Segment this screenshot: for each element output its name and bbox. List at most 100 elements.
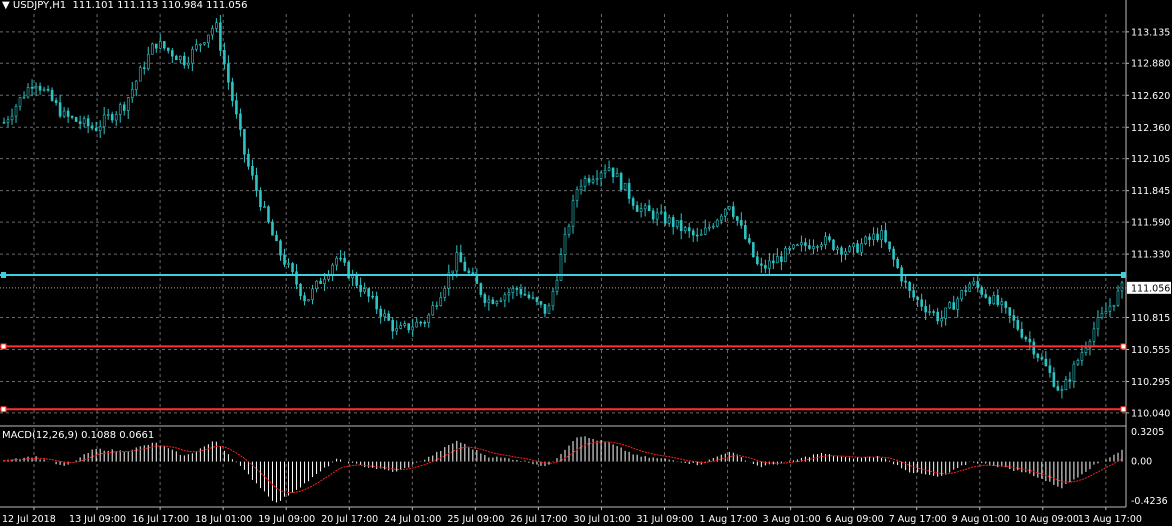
candle-body — [984, 294, 988, 298]
chart-title-bar: ▼ USDJPY,H1 111.101 111.113 110.984 111.… — [2, 0, 247, 11]
candle-body — [483, 294, 487, 303]
candle-body — [964, 290, 968, 292]
time-tick-label: 19 Jul 09:00 — [258, 514, 315, 525]
candle-body — [980, 287, 984, 295]
candle-body — [671, 217, 675, 227]
candle-body — [1056, 386, 1060, 391]
candle-body — [251, 166, 254, 176]
time-tick-label: 12 Jul 2018 — [2, 514, 56, 525]
candle-body — [812, 246, 815, 249]
candle-body — [14, 106, 18, 117]
candle-body — [219, 22, 222, 51]
candle-body — [627, 182, 631, 199]
candle-body — [10, 115, 14, 121]
candle-body — [1072, 363, 1076, 382]
candle-body — [1048, 365, 1052, 373]
candle-body — [703, 227, 707, 235]
candle-body — [928, 311, 931, 313]
time-tick-label: 3 Aug 01:00 — [763, 514, 821, 525]
candle-body — [1096, 317, 1100, 330]
candle-body — [78, 121, 82, 124]
candle-body — [848, 246, 851, 252]
candle-body — [287, 263, 290, 265]
candle-body — [291, 263, 294, 273]
candle-body — [363, 288, 366, 292]
candle-body — [303, 295, 306, 302]
candle-body — [150, 43, 154, 55]
candle-body — [239, 113, 242, 130]
candle-body — [54, 100, 58, 103]
candle-body — [90, 125, 94, 129]
macd-scale-label: 0.00 — [1131, 457, 1152, 468]
candle-body — [130, 89, 134, 99]
candle-body — [267, 206, 270, 223]
price-tick-label: 112.880 — [1131, 59, 1170, 70]
candle-body — [659, 211, 663, 214]
candle-body — [579, 185, 583, 190]
candle-body — [50, 89, 54, 101]
candle-body — [800, 242, 803, 246]
time-tick-label: 16 Jul 17:00 — [132, 514, 189, 525]
time-tick-label: 13 Jul 09:00 — [69, 514, 126, 525]
candle-body — [675, 220, 679, 227]
price-tick-label: 112.360 — [1131, 123, 1170, 134]
candle-body — [1024, 336, 1028, 340]
candle-body — [1052, 372, 1056, 387]
candle-body — [591, 179, 595, 183]
candle-body — [711, 225, 715, 228]
candle-body — [707, 226, 711, 229]
candle-body — [307, 299, 310, 302]
candle-body — [411, 326, 415, 331]
candle-body — [932, 311, 935, 313]
candle-body — [98, 126, 102, 131]
candle-body — [527, 294, 531, 299]
candle-body — [531, 297, 535, 299]
candle-body — [1020, 328, 1024, 338]
candle-body — [872, 233, 875, 240]
candle-body — [1104, 311, 1108, 314]
candle-body — [431, 305, 435, 316]
candle-body — [1012, 315, 1016, 321]
candle-body — [138, 67, 142, 82]
candle-body — [355, 274, 358, 286]
candle-body — [38, 85, 42, 91]
candle-body — [1036, 353, 1040, 358]
candle-body — [1028, 338, 1032, 343]
candle-body — [575, 189, 579, 201]
candle-body — [956, 298, 960, 310]
candle-body — [335, 257, 338, 266]
candle-body — [1084, 347, 1088, 353]
candle-body — [162, 41, 166, 49]
candle-body — [559, 254, 563, 281]
candle-body — [1100, 313, 1104, 318]
candle-body — [948, 302, 951, 309]
candle-body — [275, 234, 278, 242]
candle-body — [543, 304, 547, 314]
candle-body — [499, 299, 503, 302]
candle-body — [383, 313, 386, 317]
candle-body — [904, 280, 907, 283]
price-chart[interactable]: 113.135 112.880 112.620 112.360 112.105 111.8… — [0, 0, 1172, 526]
candle-body — [792, 244, 795, 249]
candle-body — [191, 48, 194, 64]
candle-body — [972, 281, 976, 285]
chart-menu-icon[interactable]: ▼ — [2, 0, 13, 11]
candle-body — [279, 240, 282, 256]
candle-body — [519, 289, 523, 295]
candle-body — [255, 175, 258, 191]
candle-body — [623, 182, 627, 190]
candle-body — [736, 216, 739, 221]
red-level-handle — [0, 343, 7, 350]
red-level-handle — [0, 406, 7, 413]
candle-body — [459, 252, 463, 263]
candle-body — [175, 55, 178, 61]
candle-body — [379, 308, 382, 317]
candle-body — [607, 167, 611, 171]
candle-body — [195, 44, 198, 50]
candle-body — [1068, 379, 1072, 382]
price-tick-label: 112.105 — [1131, 154, 1170, 165]
red-level-handle — [1120, 406, 1127, 413]
price-tick-label: 110.040 — [1131, 408, 1170, 419]
candle-body — [215, 22, 218, 29]
candle-body — [271, 221, 274, 236]
